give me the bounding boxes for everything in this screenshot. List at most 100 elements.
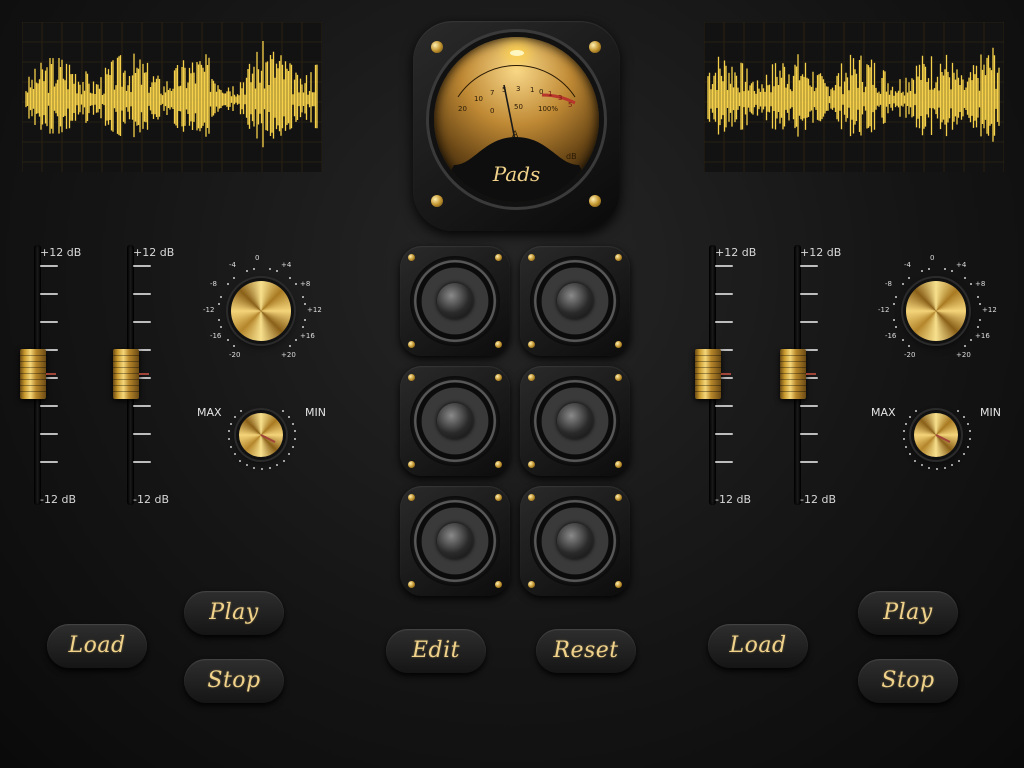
fader-tick bbox=[715, 405, 733, 407]
reset-button[interactable]: Reset bbox=[536, 629, 636, 673]
fader-tick bbox=[40, 293, 58, 295]
pad-1[interactable] bbox=[400, 246, 510, 356]
eq-scale-label: -12 bbox=[203, 306, 215, 314]
fader-tick bbox=[40, 461, 58, 463]
right-waveform-svg bbox=[704, 22, 1004, 172]
left-play-button[interactable]: Play bbox=[184, 591, 284, 635]
screw-icon bbox=[528, 461, 535, 468]
left-waveform-svg bbox=[22, 22, 322, 172]
pad-4[interactable] bbox=[520, 366, 630, 476]
fader-tick bbox=[715, 461, 733, 463]
screw-icon bbox=[408, 341, 415, 348]
screw-icon bbox=[408, 461, 415, 468]
speaker-dome-icon bbox=[557, 403, 593, 439]
screw-icon bbox=[495, 581, 502, 588]
screw-icon bbox=[495, 461, 502, 468]
fader-min-label: -12 dB bbox=[800, 493, 836, 506]
fader-max-label: +12 dB bbox=[40, 246, 82, 259]
eq-scale-label: +12 bbox=[307, 306, 322, 314]
waveform-path bbox=[25, 41, 318, 148]
pad-6[interactable] bbox=[520, 486, 630, 596]
pad-5[interactable] bbox=[400, 486, 510, 596]
right-load-button[interactable]: Load bbox=[708, 624, 808, 668]
fader-tick bbox=[40, 405, 58, 407]
edit-button[interactable]: Edit bbox=[386, 629, 486, 673]
speaker-dome-icon bbox=[557, 523, 593, 559]
right-gain-knob[interactable] bbox=[914, 413, 958, 457]
vu-title: Pads bbox=[492, 162, 541, 186]
left-eq-knob[interactable] bbox=[231, 281, 291, 341]
left-fader-2-handle[interactable] bbox=[113, 349, 149, 399]
eq-scale-label: 0 bbox=[930, 254, 935, 262]
vu-scale-1: 1 bbox=[530, 86, 534, 94]
pad-2[interactable] bbox=[520, 246, 630, 356]
screw-icon bbox=[528, 494, 535, 501]
left-fader-1-handle[interactable] bbox=[20, 349, 56, 399]
right-stop-button[interactable]: Stop bbox=[858, 659, 958, 703]
speaker-dome-icon bbox=[437, 523, 473, 559]
fader-min-label: -12 dB bbox=[715, 493, 751, 506]
screw-icon bbox=[615, 341, 622, 348]
fader-tick bbox=[133, 461, 151, 463]
fader-tick bbox=[715, 321, 733, 323]
vu-scale-plus5: 5 bbox=[568, 101, 572, 109]
screw-icon bbox=[528, 581, 535, 588]
vu-scale-pct-0: 0 bbox=[490, 107, 494, 115]
left-fader-2[interactable]: +12 dB -12 dB bbox=[113, 245, 183, 515]
vu-screw-icon bbox=[431, 41, 443, 53]
eq-scale-label: -16 bbox=[209, 332, 222, 340]
eq-scale-label: -16 bbox=[884, 332, 897, 340]
screw-icon bbox=[408, 374, 415, 381]
eq-scale-label: -4 bbox=[904, 260, 911, 269]
fader-tick bbox=[133, 265, 151, 267]
screw-icon bbox=[495, 374, 502, 381]
right-eq-knob[interactable] bbox=[906, 281, 966, 341]
eq-scale-label: -12 bbox=[878, 306, 890, 314]
fader-min-label: -12 dB bbox=[40, 493, 76, 506]
right-fader-2-handle[interactable] bbox=[780, 349, 816, 399]
screw-icon bbox=[615, 581, 622, 588]
eq-scale-label: -4 bbox=[229, 260, 236, 269]
fader-tick bbox=[800, 321, 818, 323]
left-load-button[interactable]: Load bbox=[47, 624, 147, 668]
eq-scale-label: +8 bbox=[975, 280, 986, 288]
screw-icon bbox=[495, 341, 502, 348]
right-play-button[interactable]: Play bbox=[858, 591, 958, 635]
fader-max-label: +12 dB bbox=[800, 246, 842, 259]
vu-unit-label: dB bbox=[566, 152, 577, 161]
vu-scale-7: 7 bbox=[490, 89, 494, 97]
fader-max-label: +12 dB bbox=[715, 246, 757, 259]
fader-tick bbox=[715, 265, 733, 267]
eq-scale-label: +20 bbox=[281, 351, 296, 360]
right-fader-2[interactable]: +12 dB -12 dB bbox=[780, 245, 850, 515]
left-gain-knob[interactable] bbox=[239, 413, 283, 457]
eq-scale-label: 0 bbox=[255, 254, 260, 262]
pad-3[interactable] bbox=[400, 366, 510, 476]
speaker-dome-icon bbox=[437, 283, 473, 319]
vu-scale-plus1: 1 bbox=[548, 90, 552, 98]
eq-scale-label: -20 bbox=[229, 351, 241, 360]
left-waveform bbox=[22, 22, 322, 172]
right-fader-1-handle[interactable] bbox=[695, 349, 731, 399]
right-waveform bbox=[704, 22, 1004, 172]
vu-scale-pct-100: 100% bbox=[538, 105, 558, 113]
vu-screw-icon bbox=[589, 41, 601, 53]
screw-icon bbox=[495, 254, 502, 261]
fader-tick bbox=[40, 321, 58, 323]
speaker-dome-icon bbox=[557, 283, 593, 319]
fader-tick bbox=[40, 433, 58, 435]
vu-scale-10: 10 bbox=[474, 95, 483, 103]
screw-icon bbox=[408, 494, 415, 501]
eq-scale-label: -8 bbox=[884, 280, 892, 288]
right-fader-1[interactable]: +12 dB -12 dB bbox=[695, 245, 765, 515]
fader-tick bbox=[715, 293, 733, 295]
fader-tick bbox=[40, 265, 58, 267]
eq-scale-label: +16 bbox=[975, 332, 990, 340]
left-fader-1[interactable]: +12 dB -12 dB bbox=[20, 245, 90, 515]
vu-scale-3: 3 bbox=[516, 85, 520, 93]
left-stop-button[interactable]: Stop bbox=[184, 659, 284, 703]
vu-screw-icon bbox=[431, 195, 443, 207]
fader-tick bbox=[133, 433, 151, 435]
vu-meter: 20 10 7 5 3 1 0 1 3 5 0 50 100% A dB Pad… bbox=[413, 21, 620, 231]
screw-icon bbox=[615, 494, 622, 501]
